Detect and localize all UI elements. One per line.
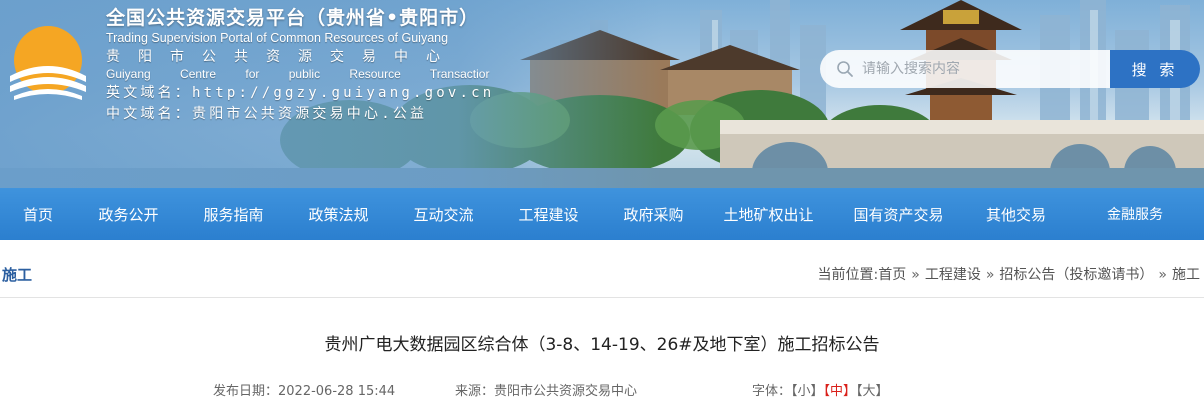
article-source: 来源：贵阳市公共资源交易中心 [455,380,637,399]
source-value: 贵阳市公共资源交易中心 [494,384,638,399]
english-domain: 英文域名：http://ggzy.guiyang.gov.cn [106,85,495,101]
nav-item-state-assets[interactable]: 国有资产交易 [831,188,966,240]
breadcrumb-separator: » [1158,267,1167,283]
nav-item-financial[interactable]: 金融服务 [1066,188,1204,240]
nav-item-service-guide[interactable]: 服务指南 [181,188,286,240]
font-size-label: 字体： [752,384,792,399]
search-box [820,50,1110,88]
article-meta: 发布日期：2022-06-28 15:44 来源：贵阳市公共资源交易中心 字体：… [0,380,1204,400]
search-button[interactable]: 搜 索 [1110,50,1200,88]
font-size-medium-button[interactable]: 【中】 [824,384,857,399]
breadcrumb-bar: 施工 当前位置:首页» 工程建设» 招标公告（投标邀请书）» 施工 [0,252,1204,298]
publish-date-label: 发布日期： [213,384,279,399]
font-size-small-button[interactable]: 【小】 [791,384,824,399]
site-brand: 全国公共资源交易平台（贵州省•贵阳市） Trading Supervision … [106,6,526,124]
nav-item-construction[interactable]: 工程建设 [496,188,601,240]
font-size-large-button[interactable]: 【大】 [856,384,889,399]
breadcrumb-construction[interactable]: 工程建设 [925,267,981,283]
nav-item-gov-affairs[interactable]: 政务公开 [76,188,181,240]
publish-date-value: 2022-06-28 15:44 [278,384,396,399]
breadcrumb-home[interactable]: 首页 [878,267,906,283]
centre-name-en: Guiyang Centre for public Resource Trans… [106,67,490,81]
nav-item-other-trading[interactable]: 其他交易 [966,188,1066,240]
main-nav: 首页 政务公开 服务指南 政策法规 互动交流 工程建设 政府采购 土地矿权出让 … [0,188,1204,240]
breadcrumb-separator: » [911,267,920,283]
search-bar: 搜 索 [820,50,1200,88]
nav-item-policies[interactable]: 政策法规 [286,188,391,240]
nav-item-interaction[interactable]: 互动交流 [391,188,496,240]
nav-item-home[interactable]: 首页 [0,188,76,240]
site-title-en: Trading Supervision Portal of Common Res… [106,31,449,45]
publish-date: 发布日期：2022-06-28 15:44 [213,380,395,399]
font-size-switcher: 字体：【小】【中】【大】 [752,380,889,399]
breadcrumb-bid-notice[interactable]: 招标公告（投标邀请书） [999,267,1153,283]
breadcrumb: 当前位置:首页» 工程建设» 招标公告（投标邀请书）» 施工 [818,264,1200,284]
breadcrumb-prefix: 当前位置: [817,267,879,283]
section-title: 施工 [2,266,33,284]
nav-item-procurement[interactable]: 政府采购 [601,188,706,240]
chinese-domain: 中文域名：贵阳市公共资源交易中心.公益 [106,106,428,122]
breadcrumb-separator: » [985,267,995,283]
nav-item-land-mining[interactable]: 土地矿权出让 [706,188,831,240]
search-input[interactable] [862,61,1082,77]
sunrise-logo-icon [10,26,86,100]
search-icon [837,61,853,77]
source-label: 来源： [455,384,495,399]
article-title: 贵州广电大数据园区综合体（3-8、14-19、26#及地下室）施工招标公告 [324,335,880,355]
header-banner: 全国公共资源交易平台（贵州省•贵阳市） Trading Supervision … [0,0,1204,188]
centre-name-cn: 贵阳市公共资源交易中心 [106,49,458,65]
breadcrumb-current[interactable]: 施工 [1172,267,1200,283]
site-title-cn: 全国公共资源交易平台（贵州省•贵阳市） [106,7,480,29]
